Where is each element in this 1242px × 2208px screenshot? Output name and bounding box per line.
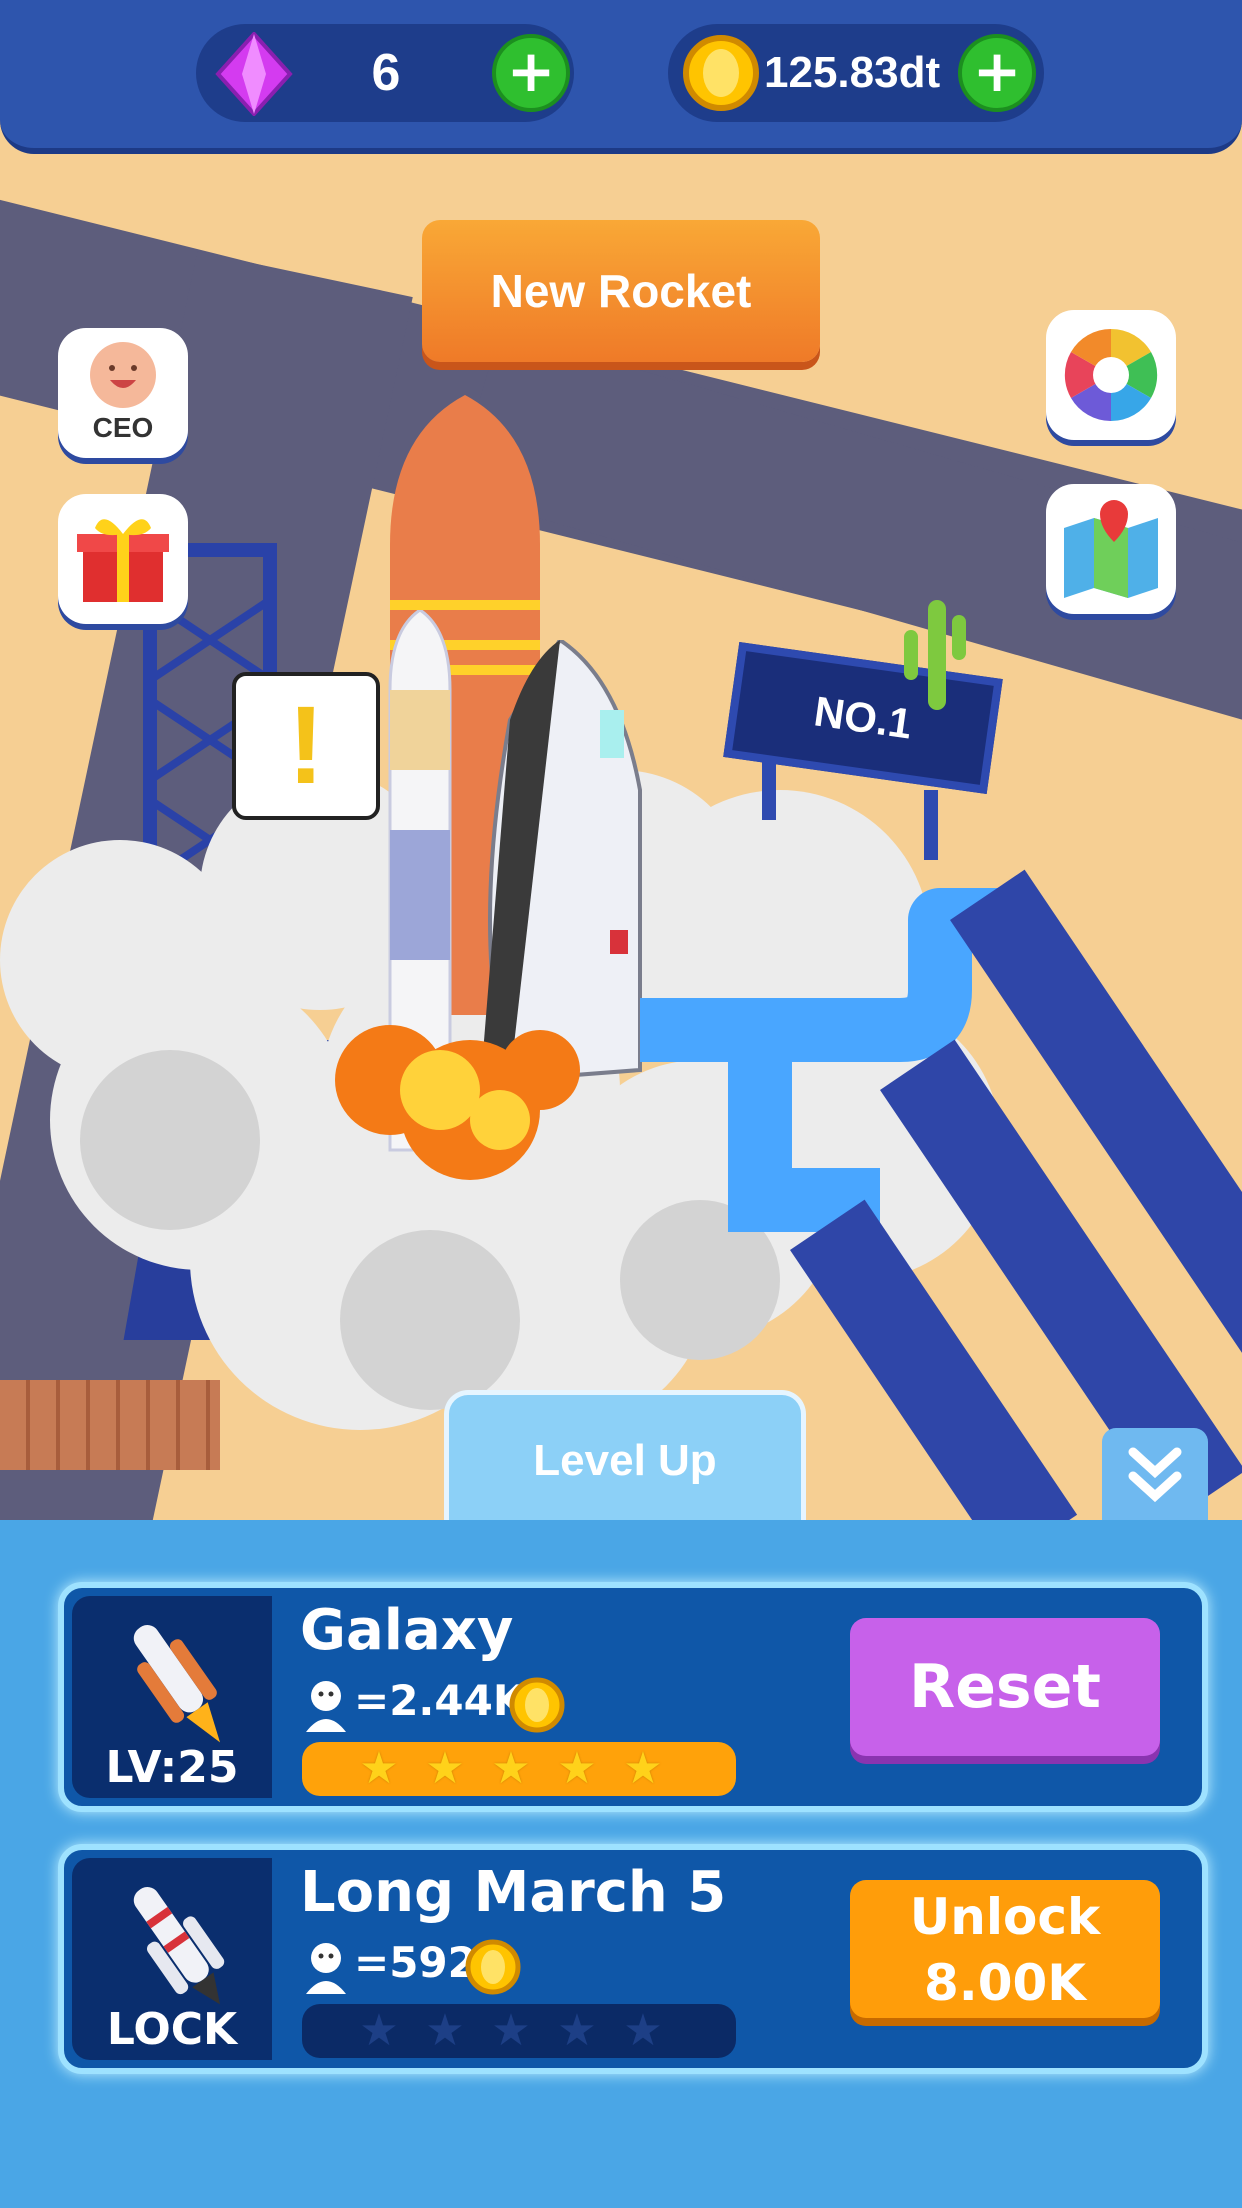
upgrade-panel: LV:25 Galaxy =2.44K ★ ★ ★ ★ ★ Reset LOCK…: [0, 1520, 1242, 2208]
star-rating: ★ ★ ★ ★ ★: [302, 2004, 736, 2058]
unlock-label: Unlock: [909, 1888, 1101, 1946]
worker-icon: [306, 1943, 346, 1994]
ceo-label: CEO: [92, 412, 154, 443]
coin-icon: [465, 1939, 521, 1995]
tab-level-up[interactable]: Level Up: [444, 1390, 806, 1527]
rocket-icon: [133, 1625, 221, 1743]
coin-counter: 125.83dt +: [668, 24, 1044, 122]
star-rating: ★ ★ ★ ★ ★: [302, 1742, 736, 1796]
rocket-thumbnail: LV:25: [72, 1596, 272, 1798]
coin-icon: [509, 1677, 565, 1733]
reset-button[interactable]: Reset: [850, 1618, 1160, 1756]
gem-icon: [215, 32, 293, 116]
cactus: [904, 600, 966, 710]
color-wheel-button[interactable]: [1046, 310, 1176, 440]
star-icon: ★: [557, 1743, 597, 1794]
unlock-button[interactable]: Unlock 8.00K: [850, 1880, 1160, 2018]
rocket-card-long-march-5: LOCK Long March 5 =592 ★ ★ ★ ★ ★ Unlock 8.00…: [58, 1844, 1208, 2074]
ceo-button[interactable]: CEO: [58, 328, 188, 458]
gift-icon: [77, 519, 169, 602]
star-icon: ★: [557, 2005, 597, 2056]
coin-count: 125.83dt: [764, 48, 941, 97]
add-coins-button[interactable]: +: [958, 34, 1036, 112]
rocket-card-galaxy: LV:25 Galaxy =2.44K ★ ★ ★ ★ ★ Reset: [58, 1582, 1208, 1812]
ceo-icon: [90, 342, 156, 408]
star-icon: ★: [359, 1743, 399, 1794]
plus-icon: +: [972, 37, 1022, 105]
collapse-panel-button[interactable]: [1102, 1428, 1208, 1524]
rocket-thumbnail: LOCK: [72, 1858, 272, 2060]
income-rate: =2.44K: [354, 1676, 526, 1725]
rocket-name: Long March 5: [300, 1860, 727, 1925]
star-icon: ★: [623, 1743, 663, 1794]
currency-bar: 6 + 125.83dt +: [0, 0, 1242, 154]
fence: [0, 1380, 220, 1470]
sign-post-left: [762, 760, 776, 820]
star-icon: ★: [425, 2005, 465, 2056]
rocket-icon: [133, 1887, 225, 2005]
sign-post-right: [924, 790, 938, 860]
star-icon: ★: [425, 1743, 465, 1794]
alert-bubble[interactable]: !: [232, 672, 380, 820]
color-wheel-icon: [1064, 328, 1158, 422]
coin-icon: [683, 35, 759, 111]
add-gems-button[interactable]: +: [492, 34, 570, 112]
gem-count: 6: [371, 44, 401, 102]
rocket-flame: [335, 1025, 580, 1180]
star-icon: ★: [359, 2005, 399, 2056]
map-button[interactable]: [1046, 484, 1176, 614]
income-rate: =592: [354, 1938, 477, 1987]
rocket-lock-label: LOCK: [106, 2004, 238, 2055]
gift-button[interactable]: [58, 494, 188, 624]
rocket-level: LV:25: [105, 1742, 239, 1793]
star-icon: ★: [491, 1743, 531, 1794]
star-icon: ★: [491, 2005, 531, 2056]
map-icon: [1064, 500, 1158, 598]
worker-icon: [306, 1681, 346, 1732]
star-icon: ★: [623, 2005, 663, 2056]
plus-icon: +: [506, 37, 556, 105]
chevron-down-icon: [1128, 1447, 1182, 1503]
gem-counter: 6 +: [196, 24, 574, 122]
alert-mark: !: [287, 684, 325, 807]
unlock-price: 8.00K: [923, 1954, 1087, 2012]
new-rocket-button[interactable]: New Rocket: [422, 220, 820, 362]
rocket-name: Galaxy: [300, 1598, 514, 1663]
